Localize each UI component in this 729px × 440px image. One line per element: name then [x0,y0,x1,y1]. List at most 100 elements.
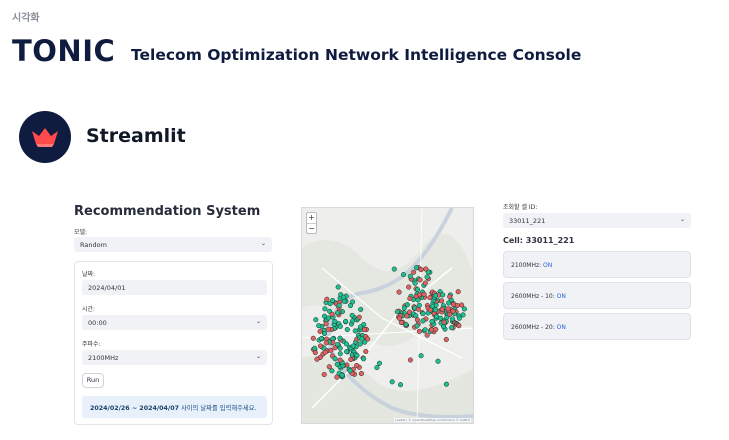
cell-marker[interactable] [422,280,428,286]
zoom-out-button[interactable]: − [307,223,316,234]
cell-marker[interactable] [318,336,324,342]
cell-marker[interactable] [456,315,462,321]
model-select[interactable]: Random ⌄ [74,237,272,252]
cell-marker[interactable] [322,349,328,355]
time-select[interactable]: 00:00 ⌄ [82,315,267,330]
cell-marker[interactable] [415,287,421,293]
cell-marker[interactable] [349,312,355,318]
cell-marker[interactable] [312,345,318,351]
cell-marker[interactable] [358,371,364,377]
cell-marker[interactable] [357,324,364,330]
cell-marker[interactable] [459,302,465,308]
cell-marker[interactable] [317,328,323,334]
cell-marker[interactable] [344,326,350,333]
cell-marker[interactable] [412,280,418,286]
cell-marker[interactable] [365,336,371,342]
cell-marker[interactable] [443,381,449,387]
cell-marker[interactable] [324,296,330,302]
map-attribution[interactable]: Leaflet | © OpenStreetMap contributors ©… [394,418,471,422]
cell-marker[interactable] [376,360,383,366]
cell-marker[interactable] [406,284,412,290]
cell-marker[interactable] [335,284,341,290]
cell-marker[interactable] [361,326,368,333]
cell-marker[interactable] [326,364,332,370]
cell-marker[interactable] [416,328,422,334]
cell-marker[interactable] [418,353,424,359]
cell-marker[interactable] [407,295,413,302]
cell-marker[interactable] [337,345,343,351]
cell-marker[interactable] [329,311,335,317]
zoom-in-button[interactable]: + [307,213,316,223]
cell-marker[interactable] [340,294,347,300]
cell-marker[interactable] [440,292,446,298]
map-canvas[interactable] [302,208,474,424]
cell-marker[interactable] [411,269,417,275]
cell-marker[interactable] [432,293,439,299]
cell-marker[interactable] [337,357,343,363]
cell-marker[interactable] [400,272,407,278]
cell-marker[interactable] [313,317,319,323]
cell-marker[interactable] [401,305,407,311]
cell-marker[interactable] [325,326,331,332]
cell-marker[interactable] [316,323,322,329]
cell-marker[interactable] [420,311,426,317]
cell-marker[interactable] [423,266,429,272]
cell-marker[interactable] [435,358,441,364]
cell-marker[interactable] [407,357,413,363]
cell-marker[interactable] [337,335,343,341]
cell-marker[interactable] [446,300,452,306]
cell-marker[interactable] [424,274,430,280]
cell-marker[interactable] [329,368,335,374]
cell-marker[interactable] [445,306,451,312]
cell-marker[interactable] [456,323,462,329]
cell-marker[interactable] [343,318,349,324]
cell-marker[interactable] [330,297,336,304]
run-button[interactable]: Run [82,373,104,388]
cell-marker[interactable] [323,321,329,327]
cell-marker[interactable] [389,379,395,385]
cell-marker[interactable] [418,267,424,273]
cell-marker[interactable] [416,302,422,308]
cell-marker[interactable] [413,313,419,319]
cell-marker[interactable] [323,340,329,346]
cell-marker[interactable] [347,303,354,309]
freq-select[interactable]: 2100MHz ⌄ [82,350,267,365]
cell-marker[interactable] [328,347,334,353]
cell-marker[interactable] [325,315,331,321]
cell-marker[interactable] [429,318,435,325]
cell-marker[interactable] [441,319,447,325]
cell-marker[interactable] [414,323,420,329]
cell-marker[interactable] [361,356,367,362]
cell-marker[interactable] [417,277,423,283]
cell-marker[interactable] [413,265,419,271]
cell-marker[interactable] [461,306,467,312]
cell-marker[interactable] [332,356,338,362]
cell-marker[interactable] [337,351,343,357]
cell-marker[interactable] [429,327,435,333]
cell-marker[interactable] [350,343,356,349]
cell-marker[interactable] [357,341,363,347]
cell-marker[interactable] [339,372,345,378]
cell-marker[interactable] [439,306,445,312]
cell-marker[interactable] [350,318,356,324]
cell-marker[interactable] [354,352,360,359]
date-input[interactable]: 2024/04/01 [82,280,267,295]
cell-marker[interactable] [363,348,369,355]
cell-marker[interactable] [450,301,457,307]
cell-marker[interactable] [447,294,453,300]
cell-marker[interactable] [312,350,318,356]
cell-marker[interactable] [427,295,433,301]
cell-map[interactable]: + − Leaflet | © OpenStreetMap contributo… [301,207,474,424]
cell-marker[interactable] [358,306,364,312]
cell-marker[interactable] [374,365,380,371]
cell-marker[interactable] [455,289,461,295]
cell-marker[interactable] [416,292,423,298]
cell-marker[interactable] [394,309,400,315]
cell-marker[interactable] [337,323,343,329]
cell-marker[interactable] [354,362,360,369]
cell-marker[interactable] [336,302,342,308]
cell-marker[interactable] [317,343,324,349]
cell-marker[interactable] [348,356,354,363]
cell-marker[interactable] [422,327,428,333]
cell-marker[interactable] [314,356,320,362]
